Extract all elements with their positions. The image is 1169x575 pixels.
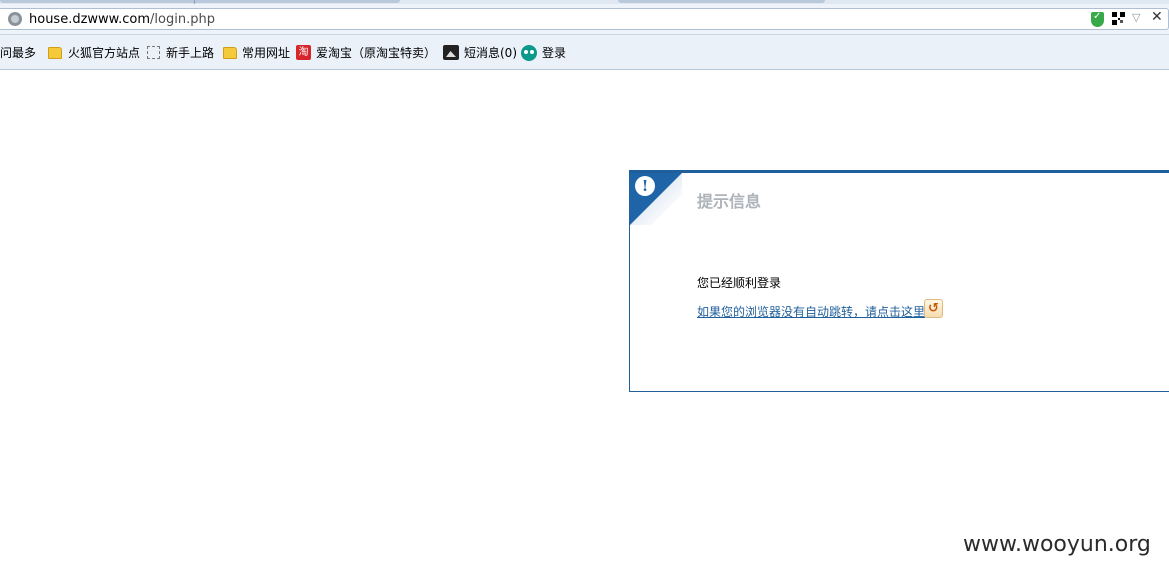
browser-tab-secondary[interactable] — [618, 0, 825, 3]
bookmark-most-visited[interactable]: 访问最多 — [0, 45, 36, 61]
bookmark-ai-taobao[interactable]: 爱淘宝（原淘宝特卖） — [316, 45, 436, 61]
qr-code-icon[interactable] — [1112, 12, 1125, 25]
login-success-message: 您已经顺利登录 — [697, 276, 782, 290]
site-identity-icon[interactable] — [8, 12, 22, 26]
dotted-box-icon — [147, 46, 160, 59]
exclamation-icon: ! — [635, 176, 655, 196]
bookmark-common-sites[interactable]: 常用网址 — [242, 45, 290, 61]
owl-icon — [521, 45, 537, 61]
watermark: www.wooyun.org — [963, 532, 1151, 557]
bookmark-login[interactable]: 登录 — [542, 45, 566, 61]
folder-icon — [48, 47, 62, 59]
address-bar[interactable]: house.dzwww.com/login.php ▽ ✕ — [0, 8, 1169, 30]
bookmark-short-messages[interactable]: 短消息(0) — [464, 45, 517, 61]
bookmarks-toolbar: 访问最多 火狐官方站点 新手上路 常用网址 淘 爱淘宝（原淘宝特卖） 短消息(0… — [0, 35, 1169, 70]
url-host: house.dzwww.com — [29, 12, 151, 27]
message-panel: ! 提示信息 您已经顺利登录 如果您的浏览器没有自动跳转，请点击这里 ↺ — [629, 170, 1169, 392]
url-path: /login.php — [150, 12, 215, 27]
navigation-bar: house.dzwww.com/login.php ▽ ✕ — [0, 4, 1169, 35]
redirect-link[interactable]: 如果您的浏览器没有自动跳转，请点击这里 — [697, 303, 925, 320]
dropdown-arrow-icon[interactable]: ▽ — [1132, 11, 1140, 24]
browser-tab[interactable] — [0, 0, 400, 3]
bookmark-getting-started[interactable]: 新手上路 — [166, 45, 214, 61]
url-text[interactable]: house.dzwww.com/login.php — [29, 12, 215, 27]
panel-title: 提示信息 — [697, 192, 762, 211]
message-icon — [443, 45, 459, 60]
folder-icon — [223, 47, 237, 59]
taobao-icon: 淘 — [296, 45, 311, 60]
refresh-icon[interactable]: ↺ — [924, 299, 943, 318]
bookmark-firefox-official[interactable]: 火狐官方站点 — [68, 45, 140, 61]
close-icon[interactable]: ✕ — [1151, 9, 1163, 25]
security-shield-icon[interactable] — [1091, 11, 1104, 27]
